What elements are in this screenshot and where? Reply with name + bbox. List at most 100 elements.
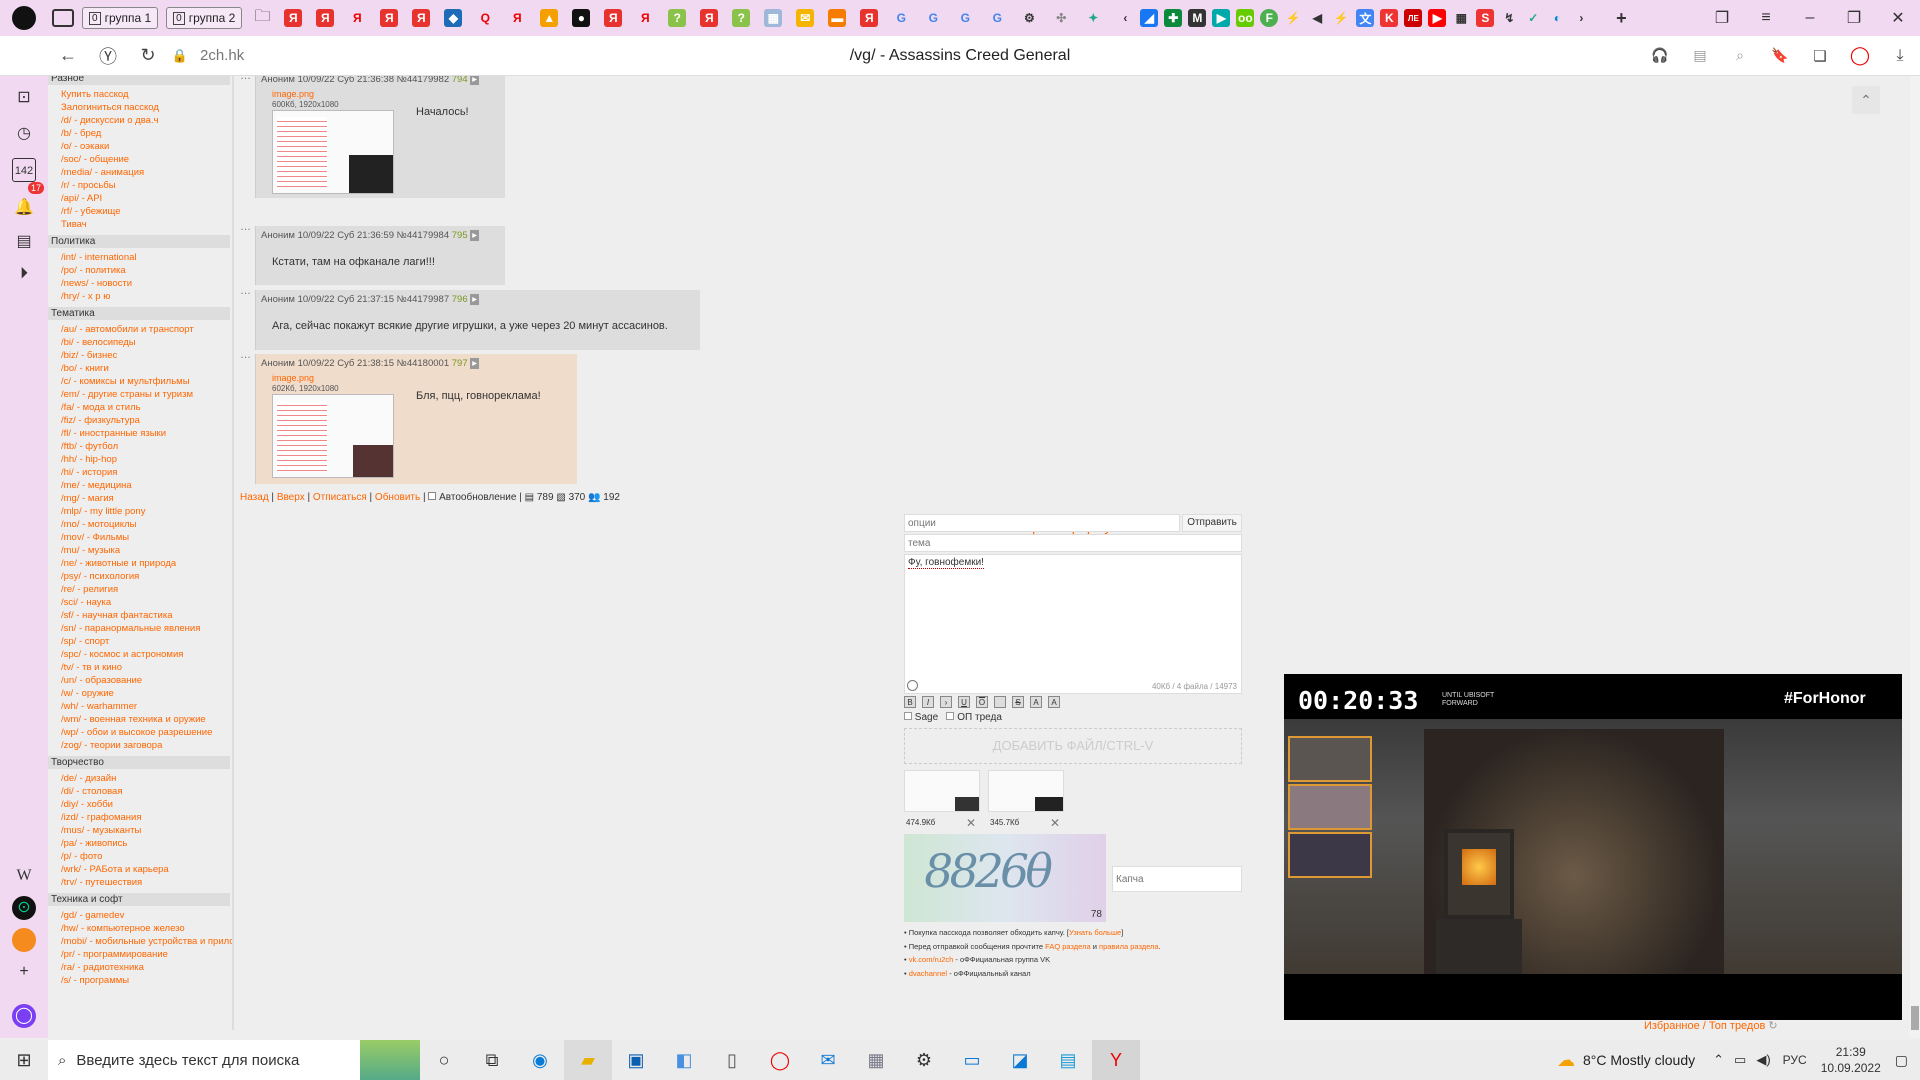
- board-link[interactable]: /tv/ - тв и кино: [48, 661, 232, 674]
- board-link[interactable]: /hry/ - х р ю: [48, 290, 232, 303]
- board-link[interactable]: /mo/ - мотоциклы: [48, 518, 232, 531]
- q-tab-icon[interactable]: Q: [476, 9, 494, 27]
- mail-counter-icon[interactable]: 142: [12, 158, 36, 182]
- download-icon[interactable]: ⤓: [1880, 47, 1920, 65]
- board-link[interactable]: /hw/ - компьютерное железо: [48, 922, 232, 935]
- board-link[interactable]: /em/ - другие страны и туризм: [48, 388, 232, 401]
- search-highlight-icon[interactable]: [360, 1040, 420, 1080]
- post-image-thumbnail[interactable]: [272, 394, 394, 478]
- collections-icon[interactable]: ❐: [1700, 8, 1744, 28]
- options-input[interactable]: [904, 514, 1180, 532]
- site-tab-icon[interactable]: K: [1380, 9, 1399, 27]
- site-tab-icon[interactable]: M: [1188, 9, 1207, 27]
- board-link[interactable]: Купить пасскод: [48, 88, 232, 101]
- language-indicator[interactable]: РУС: [1783, 1053, 1807, 1067]
- scroll-up-button[interactable]: ⌃: [1852, 86, 1880, 114]
- volume-icon[interactable]: ◀): [1756, 1052, 1770, 1068]
- board-link[interactable]: /mlp/ - my little pony: [48, 505, 232, 518]
- chevron-left-icon[interactable]: ‹: [1116, 9, 1134, 27]
- notifications-icon[interactable]: ▢: [1895, 1052, 1908, 1069]
- yandex-tab-icon[interactable]: Я: [412, 9, 431, 27]
- page-scrollbar[interactable]: [1910, 76, 1920, 1038]
- site-tab-icon[interactable]: ЛЕ: [1404, 9, 1423, 27]
- submit-button[interactable]: Отправить: [1182, 514, 1242, 532]
- attachment-thumbnail[interactable]: [904, 770, 980, 812]
- post-image-thumbnail[interactable]: [272, 110, 394, 194]
- photos-icon[interactable]: ▦: [852, 1050, 900, 1071]
- task-view-icon[interactable]: ⧉: [468, 1050, 516, 1071]
- yandex-tab-icon[interactable]: Я: [316, 9, 335, 27]
- mail-tab-icon[interactable]: ✉: [796, 9, 815, 27]
- emoji-icon[interactable]: [907, 680, 918, 691]
- bolt-tab-icon[interactable]: ⚡: [1332, 9, 1350, 27]
- google-tab-icon[interactable]: G: [892, 9, 910, 27]
- board-link[interactable]: /ra/ - радиотехника: [48, 961, 232, 974]
- yandex-tab-icon[interactable]: Я: [284, 9, 303, 27]
- board-link[interactable]: /sp/ - спорт: [48, 635, 232, 648]
- back-link[interactable]: Назад: [240, 492, 269, 503]
- site-tab-icon[interactable]: S: [1476, 9, 1495, 27]
- board-link[interactable]: /b/ - бред: [48, 127, 232, 140]
- taskbar-search[interactable]: ⌕ Введите здесь текст для поиска: [48, 1040, 360, 1080]
- board-link[interactable]: /psy/ - психология: [48, 570, 232, 583]
- yandex-tab-icon[interactable]: Я: [860, 9, 879, 27]
- refresh-icon[interactable]: ↻: [1768, 1020, 1777, 1032]
- board-link[interactable]: Тивач: [48, 218, 232, 231]
- yandex-browser-icon[interactable]: Y: [1092, 1040, 1140, 1080]
- board-link[interactable]: /de/ - дизайн: [48, 772, 232, 785]
- audio-tab-icon[interactable]: ◀: [1308, 9, 1326, 27]
- google-tab-icon[interactable]: G: [924, 9, 942, 27]
- favorites-bar[interactable]: Избранное / Топ тредов ↻: [1644, 1019, 1884, 1032]
- board-link[interactable]: /sn/ - паранормальные явления: [48, 622, 232, 635]
- board-link[interactable]: /ne/ - животные и природа: [48, 557, 232, 570]
- post-menu-icon[interactable]: …: [240, 349, 251, 361]
- post-menu-icon[interactable]: …: [240, 285, 251, 297]
- board-link[interactable]: /pa/ - живопись: [48, 837, 232, 850]
- board-link[interactable]: /news/ - новости: [48, 277, 232, 290]
- google-tab-icon[interactable]: G: [988, 9, 1006, 27]
- board-link[interactable]: /bi/ - велосипеды: [48, 336, 232, 349]
- sage-checkbox[interactable]: [904, 712, 912, 720]
- board-link[interactable]: /biz/ - бизнес: [48, 349, 232, 362]
- board-link[interactable]: /gd/ - gamedev: [48, 909, 232, 922]
- spoiler-button[interactable]: [994, 696, 1006, 708]
- site-tab-icon[interactable]: ●: [572, 9, 591, 27]
- site-tab-icon[interactable]: ✦: [1084, 9, 1102, 27]
- notes-icon[interactable]: ▤: [12, 230, 36, 254]
- board-link[interactable]: /d/ - дискуссии о два.ч: [48, 114, 232, 127]
- bold-button[interactable]: B: [904, 696, 916, 708]
- back-icon[interactable]: ←: [48, 45, 88, 66]
- google-tab-icon[interactable]: G: [956, 9, 974, 27]
- youtube-tab-icon[interactable]: ▶: [1428, 9, 1447, 27]
- autorefresh-checkbox[interactable]: [428, 492, 437, 500]
- site-tab-icon[interactable]: ?: [668, 9, 687, 27]
- minimize-icon[interactable]: –: [1788, 9, 1832, 27]
- site-tab-icon[interactable]: ✓: [1524, 9, 1542, 27]
- alice-icon[interactable]: ◯: [12, 1004, 36, 1028]
- board-link[interactable]: /fl/ - иностранные языки: [48, 427, 232, 440]
- board-link[interactable]: /diy/ - хобби: [48, 798, 232, 811]
- remove-attachment-icon[interactable]: ✕: [1050, 816, 1060, 830]
- play-icon[interactable]: ▸: [470, 76, 480, 85]
- board-link[interactable]: Залогиниться пасскод: [48, 101, 232, 114]
- board-link[interactable]: /s/ - программы: [48, 974, 232, 987]
- home-icon[interactable]: [52, 9, 74, 27]
- new-tab-group-icon[interactable]: 🗀: [254, 5, 270, 32]
- yandex-tab-icon[interactable]: Я: [508, 9, 526, 27]
- subscript-button[interactable]: A: [1048, 696, 1060, 708]
- board-link[interactable]: /pr/ - программирование: [48, 948, 232, 961]
- board-link[interactable]: /di/ - столовая: [48, 785, 232, 798]
- mail-icon[interactable]: ✉: [804, 1050, 852, 1071]
- app-icon[interactable]: [12, 928, 36, 952]
- network-icon[interactable]: ▭: [1734, 1052, 1746, 1068]
- board-link[interactable]: /mov/ - Фильмы: [48, 531, 232, 544]
- bell-icon[interactable]: 🔔: [12, 196, 36, 220]
- cortana-icon[interactable]: ○: [420, 1050, 468, 1071]
- board-link[interactable]: /soc/ - общение: [48, 153, 232, 166]
- board-link[interactable]: /au/ - автомобили и транспорт: [48, 323, 232, 336]
- tab-group-2[interactable]: 0 группа 2: [166, 7, 243, 29]
- up-link[interactable]: Вверх: [277, 492, 305, 503]
- chevron-right-icon[interactable]: ›: [1572, 9, 1590, 27]
- new-tab-icon[interactable]: +: [1612, 8, 1630, 28]
- attachment-thumbnail[interactable]: [988, 770, 1064, 812]
